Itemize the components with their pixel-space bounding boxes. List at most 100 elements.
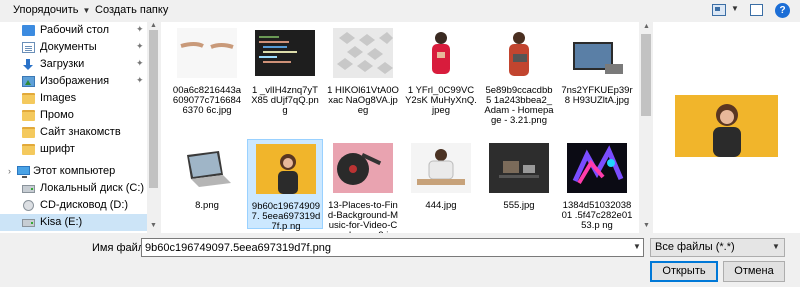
file-name: 9b60c196749097. 5eea697319d7f.p ng <box>251 201 321 232</box>
file-item[interactable]: 5e89b9ccacdbb5 1a243bbea2_Adam - Homepag… <box>481 24 557 134</box>
file-item[interactable]: 7ns2YFKUEp39r8 H93UZltA.jpg <box>559 24 635 134</box>
computer-icon <box>17 166 30 178</box>
file-type-select[interactable]: Все файлы (*.*) <box>650 238 785 257</box>
cd-drive-icon <box>23 200 34 211</box>
preview-pane-icon[interactable] <box>750 4 763 16</box>
file-thumbnail <box>567 143 627 193</box>
toolbar: Упорядочить ▼ Создать папку ▼ ? <box>0 0 800 22</box>
folder-icon <box>22 144 35 155</box>
sidebar-item-label: Документы <box>40 41 97 53</box>
pin-icon[interactable]: ✦ <box>136 58 144 69</box>
sidebar-item-promo[interactable]: Промо <box>0 107 147 124</box>
sidebar-item-drive-c[interactable]: Локальный диск (C:) <box>0 180 147 197</box>
file-name: 8.png <box>195 200 219 211</box>
file-thumbnail <box>333 28 393 78</box>
sidebar-item-images-folder[interactable]: Images <box>0 90 147 107</box>
file-name: 7ns2YFKUEp39r8 H93UZltA.jpg <box>561 85 633 106</box>
file-thumbnail <box>177 28 237 78</box>
folder-icon <box>22 93 35 104</box>
file-thumbnail <box>256 144 316 194</box>
scroll-down-icon[interactable]: ▼ <box>150 222 157 229</box>
sidebar-item-label: CD-дисковод (D:) <box>40 199 129 211</box>
file-thumbnail <box>567 28 627 78</box>
file-name: 1 YFrl_0C99VCY2sK MuHyXnQ.jpeg <box>405 85 477 116</box>
file-name: 444.jpg <box>425 200 457 211</box>
change-view-icon[interactable] <box>712 4 726 16</box>
sidebar-item-label: Kisa (E:) <box>40 216 83 228</box>
file-list: 00a6c8216443a609077c7166846370 6c.jpg 1 … <box>161 22 639 233</box>
sidebar-item-label: шрифт <box>40 143 75 155</box>
preview-pane <box>653 22 800 233</box>
sidebar-item-images[interactable]: Изображения ✦ <box>0 73 147 90</box>
file-name: 1 HIKOl61VtA0Oxac NaOg8VA.jpeg <box>327 85 399 116</box>
file-name: 1384d5103203801 .5f47c282e0153.p ng <box>561 200 633 231</box>
folder-icon <box>22 110 35 121</box>
chevron-down-icon: ▼ <box>82 6 91 15</box>
desktop-icon <box>22 25 35 36</box>
drive-icon <box>22 185 35 193</box>
file-item[interactable]: 13-Places-to-Fin d-Background-M usic-for… <box>325 139 401 233</box>
file-name: 00a6c8216443a609077c7166846370 6c.jpg <box>172 85 242 116</box>
sidebar-item-desktop[interactable]: Рабочий стол ✦ <box>0 22 147 39</box>
sidebar-item-dating-site[interactable]: Сайт знакомств <box>0 124 147 141</box>
file-type-value: Все файлы (*.*) <box>655 241 735 253</box>
sidebar-item-label: Изображения <box>40 75 110 87</box>
file-item[interactable]: 1 _vlIH4znq7yTX85 dUjf7qQ.png <box>247 24 323 134</box>
pin-icon[interactable]: ✦ <box>136 75 144 86</box>
file-item[interactable]: 00a6c8216443a609077c7166846370 6c.jpg <box>169 24 245 134</box>
sidebar-item-label: Промо <box>40 109 74 121</box>
sidebar-scrollbar-thumb[interactable] <box>149 30 158 188</box>
file-item[interactable]: 9b60c196749097. 5eea697319d7f.p ng <box>247 139 323 232</box>
filename-history-chevron-icon[interactable]: ▼ <box>633 242 641 251</box>
file-thumbnail <box>489 28 549 78</box>
cancel-button[interactable]: Отмена <box>723 261 785 282</box>
file-thumbnail <box>411 28 471 78</box>
file-item[interactable]: 1 YFrl_0C99VCY2sK MuHyXnQ.jpeg <box>403 24 479 134</box>
chevron-down-icon[interactable]: ▼ <box>772 242 780 251</box>
sidebar-item-drive-d[interactable]: CD-дисковод (D:) <box>0 197 147 214</box>
filename-input[interactable] <box>141 238 644 257</box>
file-list-scrollbar-thumb[interactable] <box>641 34 651 116</box>
file-thumbnail <box>489 143 549 193</box>
help-icon[interactable]: ? <box>775 3 790 18</box>
organize-button[interactable]: Упорядочить ▼ <box>13 4 90 16</box>
pin-icon[interactable]: ✦ <box>136 41 144 52</box>
scroll-up-icon[interactable]: ▲ <box>150 22 157 29</box>
open-button[interactable]: Открыть <box>650 261 718 282</box>
file-item[interactable]: 555.jpg <box>481 139 557 229</box>
file-thumbnail <box>177 143 237 193</box>
folder-icon <box>22 127 35 138</box>
file-thumbnail <box>411 143 471 193</box>
file-item[interactable]: 1 HIKOl61VtA0Oxac NaOg8VA.jpeg <box>325 24 401 134</box>
images-icon <box>22 76 35 87</box>
file-name: 13-Places-to-Fin d-Background-M usic-for… <box>327 200 399 234</box>
sidebar-item-this-pc[interactable]: › Этот компьютер <box>0 163 147 180</box>
sidebar-item-downloads[interactable]: Загрузки ✦ <box>0 56 147 73</box>
sidebar-item-label: Локальный диск (C:) <box>40 182 145 194</box>
file-thumbnail <box>333 143 393 193</box>
view-options-chevron-icon[interactable]: ▼ <box>731 4 739 13</box>
navigation-pane: Рабочий стол ✦ Документы ✦ Загрузки ✦ Из… <box>0 22 160 233</box>
sidebar-item-label: Рабочий стол <box>40 24 110 36</box>
sidebar-item-documents[interactable]: Документы ✦ <box>0 39 147 56</box>
sidebar-item-label: Загрузки <box>40 58 85 70</box>
chevron-down-icon[interactable]: › <box>8 166 11 176</box>
sidebar-item-label: Сайт знакомств <box>40 126 121 138</box>
file-item[interactable]: 444.jpg <box>403 139 479 229</box>
sidebar-item-drive-e[interactable]: Kisa (E:) <box>0 214 147 231</box>
drive-icon <box>22 219 35 227</box>
scroll-up-icon[interactable]: ▲ <box>643 23 650 30</box>
sidebar-item-label: Этот компьютер <box>33 165 116 177</box>
new-folder-button[interactable]: Создать папку <box>95 4 168 16</box>
scroll-down-icon[interactable]: ▼ <box>643 222 650 229</box>
file-thumbnail <box>255 28 315 78</box>
file-item[interactable]: 8.png <box>169 139 245 229</box>
file-name: 5e89b9ccacdbb5 1a243bbea2_Adam - Homepag… <box>484 85 554 126</box>
file-item[interactable]: 1384d5103203801 .5f47c282e0153.p ng <box>559 139 635 231</box>
organize-label: Упорядочить <box>13 4 79 16</box>
sidebar-item-font[interactable]: шрифт <box>0 141 147 158</box>
preview-image <box>675 95 778 157</box>
documents-icon <box>22 42 35 53</box>
file-name: 1 _vlIH4znq7yTX85 dUjf7qQ.png <box>251 85 319 116</box>
pin-icon[interactable]: ✦ <box>136 24 144 35</box>
